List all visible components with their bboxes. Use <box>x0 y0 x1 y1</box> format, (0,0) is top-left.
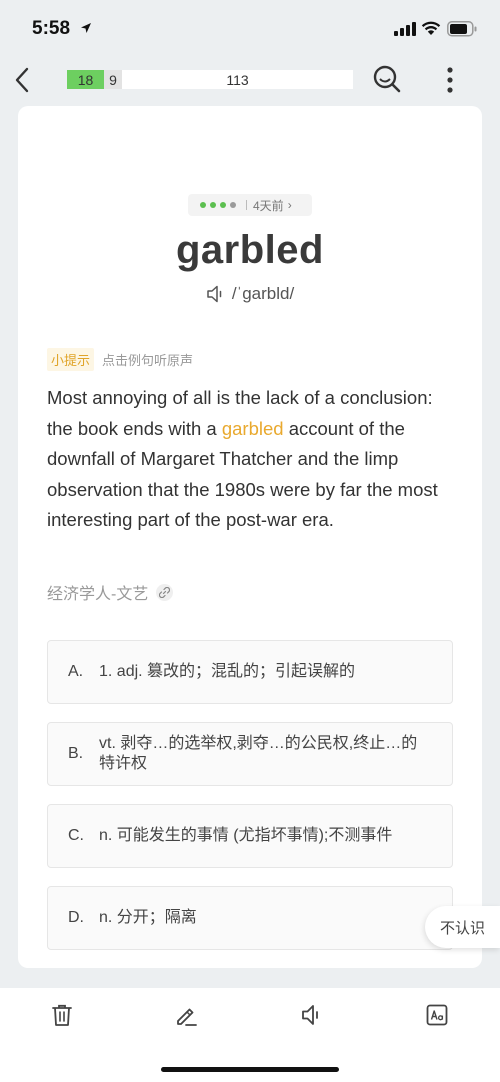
review-count: 9 <box>104 70 122 89</box>
play-audio-button[interactable] <box>298 1001 326 1029</box>
word-card: 4天前 › garbled /ˈgarbld/ 小提示 点击例句听原声 Most… <box>18 106 482 968</box>
option-text: n. 可能发生的事情 (尤指坏事情);不测事件 <box>99 827 393 844</box>
delete-button[interactable] <box>48 1001 76 1029</box>
hint-tag: 小提示 <box>47 348 95 371</box>
back-button[interactable] <box>10 65 34 95</box>
chevron-right-icon: › <box>287 198 292 212</box>
hint-row: 小提示 点击例句听原声 <box>47 348 193 371</box>
history-dot <box>210 202 216 208</box>
example-sentence[interactable]: Most annoying of all is the lack of a co… <box>47 383 457 536</box>
wifi-icon <box>421 20 441 41</box>
option-d[interactable]: D. n. 分开；隔离 <box>47 886 453 950</box>
search-button[interactable] <box>371 63 403 95</box>
divider <box>246 200 247 210</box>
sentence-highlight: garbled <box>221 417 284 439</box>
option-letter: D. <box>68 909 84 926</box>
battery-icon <box>447 21 477 42</box>
edit-button[interactable] <box>172 1001 200 1029</box>
option-a[interactable]: A. 1. adj. 篡改的；混乱的；引起误解的 <box>47 640 453 704</box>
history-dot <box>230 202 236 208</box>
search-icon <box>373 65 401 93</box>
more-button[interactable] <box>440 64 460 96</box>
home-indicator[interactable] <box>161 1067 339 1072</box>
remaining-count: 113 <box>226 71 249 88</box>
signal-icon <box>394 22 416 41</box>
bottom-toolbar <box>0 988 500 1082</box>
option-letter: C. <box>68 827 84 844</box>
option-b[interactable]: B. vt. 剥夺…的选举权,剥夺…的公民权,终止…的特许权 <box>47 722 453 786</box>
unknown-button[interactable]: 不认识 <box>425 906 500 948</box>
review-ago: 4天前 <box>253 198 284 213</box>
font-size-icon <box>426 1004 448 1026</box>
speaker-icon <box>207 285 222 303</box>
link-icon <box>159 586 171 598</box>
location-arrow-icon <box>80 21 92 39</box>
hint-text: 点击例句听原声 <box>102 353 194 368</box>
nav-bar: 18 9 113 <box>0 60 500 100</box>
option-letter: A. <box>68 663 84 680</box>
headword: garbled <box>176 228 324 272</box>
source-label: 经济学人-文艺 <box>47 586 149 603</box>
phonetic: /ˈgarbld/ <box>231 284 295 303</box>
source-link[interactable] <box>156 583 174 601</box>
chevron-left-icon <box>15 67 29 93</box>
status-bar: 5:58 <box>0 0 500 60</box>
speaker-icon <box>302 1005 318 1025</box>
status-time: 5:58 <box>32 18 71 39</box>
history-dot <box>220 202 226 208</box>
edit-icon <box>177 1008 197 1026</box>
pronunciation-row[interactable]: /ˈgarbld/ <box>18 284 482 304</box>
history-dot <box>200 202 206 208</box>
learning-progress-bar: 18 9 113 <box>67 70 353 89</box>
font-size-button[interactable] <box>423 1001 451 1029</box>
trash-icon <box>52 1004 72 1026</box>
more-vertical-icon <box>447 67 453 93</box>
source-row: 经济学人-文艺 <box>47 580 174 604</box>
learned-count: 18 <box>67 70 104 89</box>
option-text: vt. 剥夺…的选举权,剥夺…的公民权,终止…的特许权 <box>99 735 418 772</box>
option-text: n. 分开；隔离 <box>99 909 197 926</box>
review-history-pill[interactable]: 4天前 › <box>188 194 312 216</box>
option-text: 1. adj. 篡改的；混乱的；引起误解的 <box>99 663 356 680</box>
option-letter: B. <box>68 745 84 762</box>
option-c[interactable]: C. n. 可能发生的事情 (尤指坏事情);不测事件 <box>47 804 453 868</box>
